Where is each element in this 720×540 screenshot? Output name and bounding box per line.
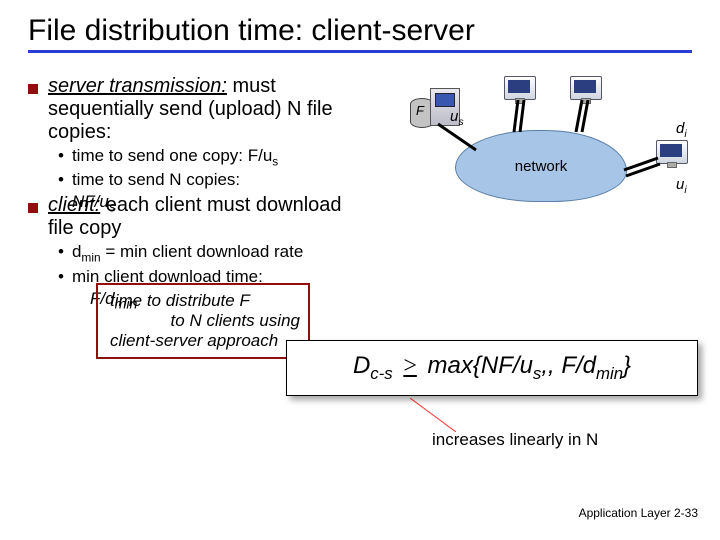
- label-ui: ui: [676, 176, 687, 196]
- sub-bullet-text: time to send N copies:: [72, 170, 240, 190]
- annotation-connector-line: [410, 398, 456, 432]
- bullet-client: NF/us client: each client must download …: [28, 194, 368, 240]
- label-us: us: [450, 108, 464, 128]
- dot-bullet-icon: •: [58, 267, 64, 287]
- annotation-text: increases linearly in N: [432, 430, 598, 450]
- slide-title: File distribution time: client-server: [28, 14, 692, 53]
- network-diagram: network F us di ui: [380, 80, 700, 240]
- sub-bullet-dmin: • dmin = min client download rate: [28, 242, 368, 264]
- box-line: client-server approach: [110, 331, 300, 351]
- distribute-time-box: time to distribute F to N clients using …: [96, 283, 310, 359]
- box-line: time to distribute F: [110, 291, 300, 311]
- box-line: to N clients using: [110, 311, 300, 331]
- formula-box: Dc-s > max{NF/us,, F/dmin}: [286, 340, 698, 396]
- sub-bullet-n-copies: • time to send N copies:: [28, 170, 368, 190]
- link-lines: [380, 80, 700, 240]
- bullet-server-transmission: server transmission: must sequentially s…: [28, 75, 368, 144]
- slide-footer: Application Layer 2-33: [579, 506, 698, 520]
- sub-bullet-text: time to send one copy: F/u: [72, 146, 272, 165]
- bullet-label: server transmission:: [48, 75, 227, 97]
- sub-bullet-one-copy: • time to send one copy: F/us: [28, 146, 368, 168]
- square-bullet-icon: [28, 203, 38, 213]
- dot-bullet-icon: •: [58, 170, 64, 190]
- subscript: s: [272, 154, 278, 168]
- dot-bullet-icon: •: [58, 146, 64, 166]
- nfus-overlay: NF/us: [72, 192, 116, 215]
- dot-bullet-icon: •: [58, 242, 64, 262]
- square-bullet-icon: [28, 84, 38, 94]
- label-di: di: [676, 120, 687, 140]
